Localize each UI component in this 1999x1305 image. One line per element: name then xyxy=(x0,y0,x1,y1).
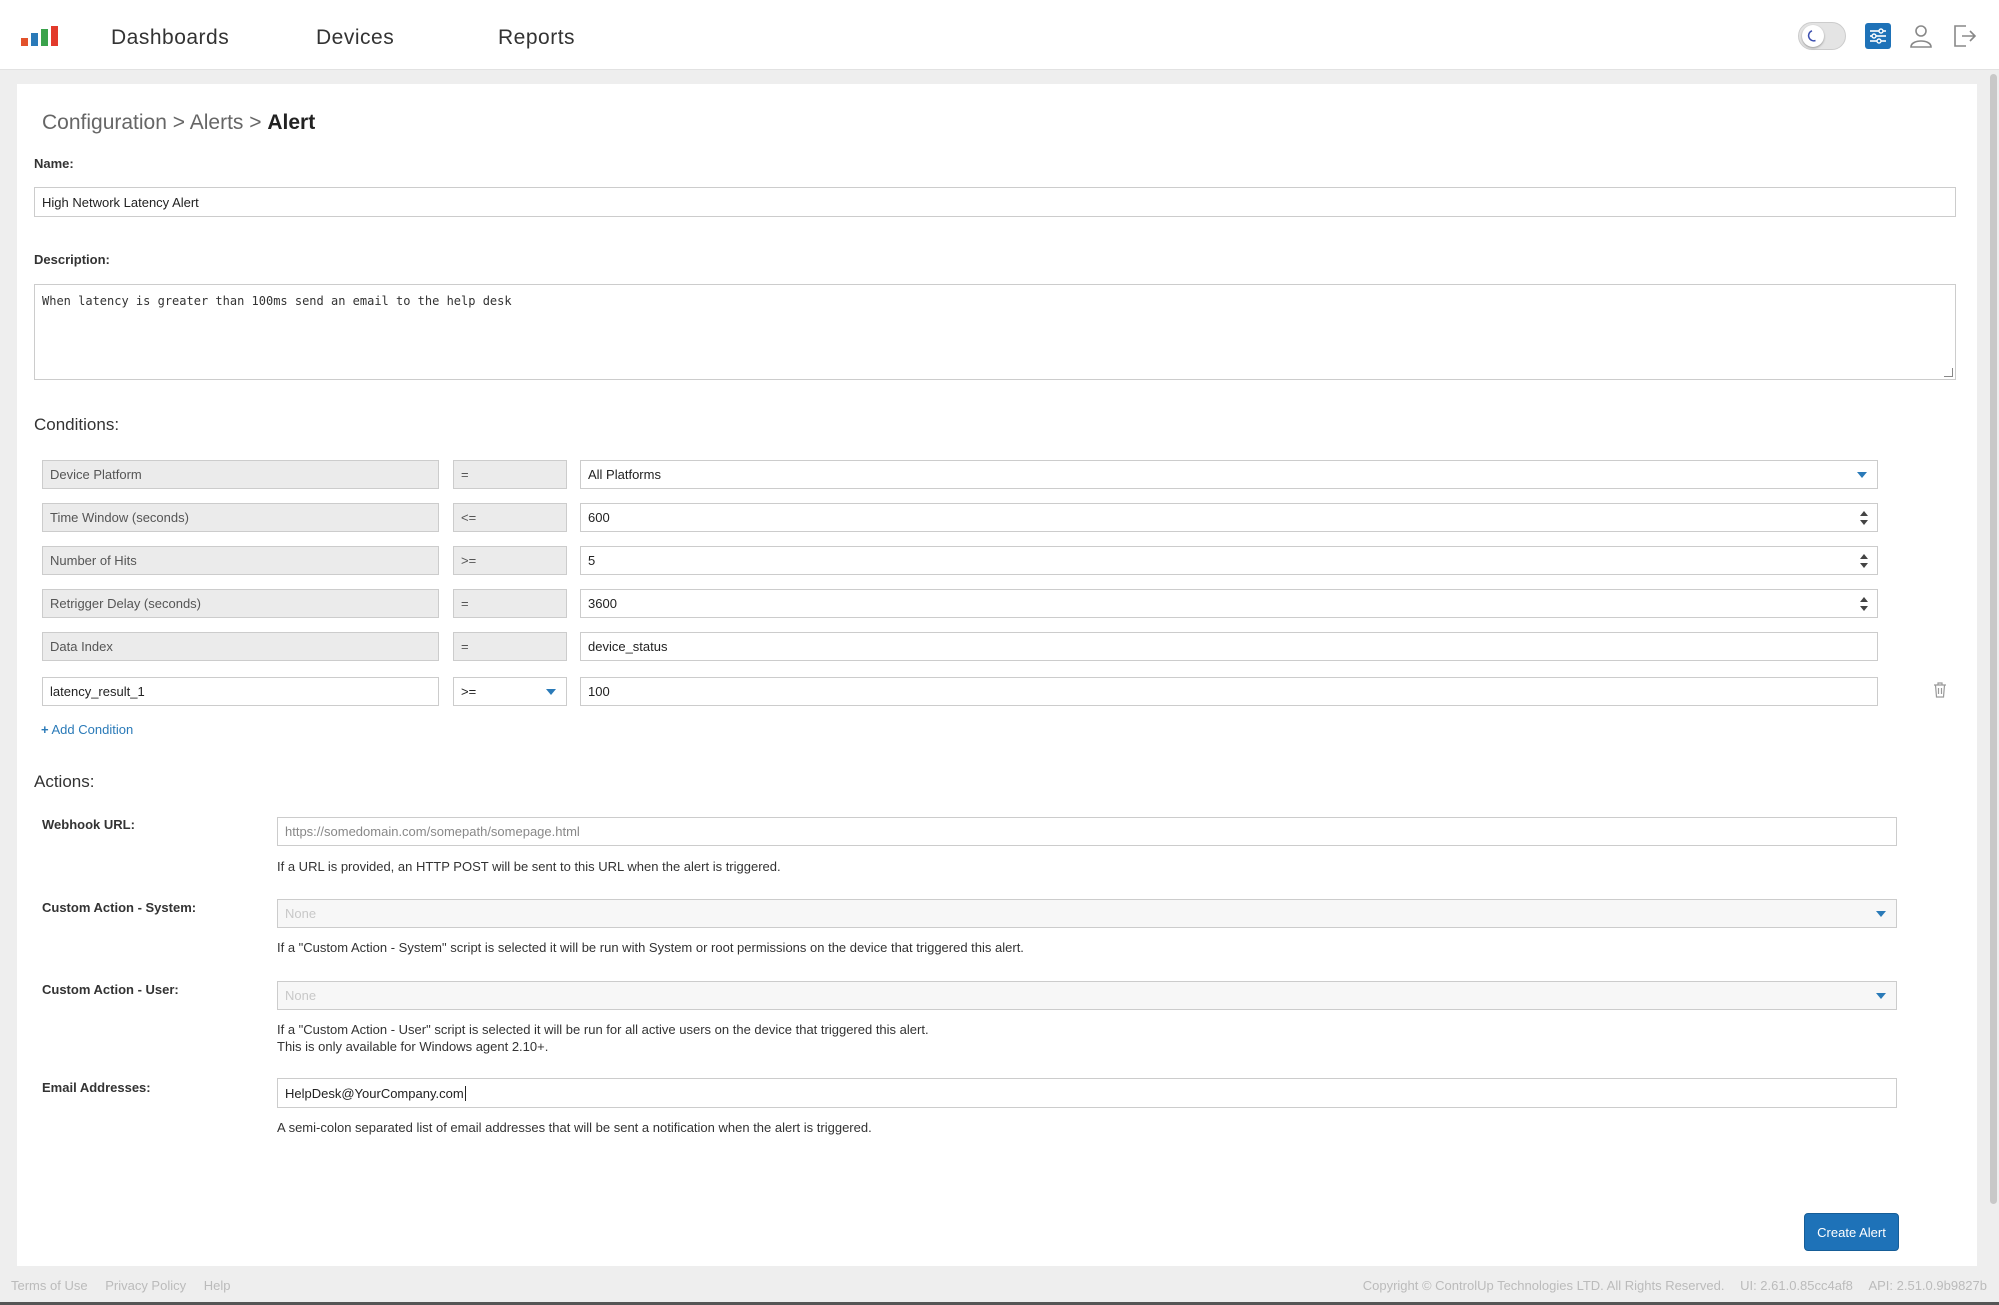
custom-action-system-select[interactable]: None xyxy=(277,899,1897,928)
text-cursor xyxy=(464,1085,466,1101)
custom-action-user-select[interactable]: None xyxy=(277,981,1897,1010)
condition-operator: = xyxy=(453,632,567,661)
logo-bar xyxy=(21,38,28,46)
custom-action-user-label: Custom Action - User: xyxy=(42,982,179,997)
custom-action-system-help: If a "Custom Action - System" script is … xyxy=(277,940,1024,955)
logout-icon[interactable] xyxy=(1950,22,1978,50)
nav-dashboards[interactable]: Dashboards xyxy=(111,26,229,50)
add-condition-label: Add Condition xyxy=(51,722,134,737)
description-label: Description: xyxy=(34,252,110,267)
footer-links: Terms of Use Privacy Policy Help xyxy=(11,1278,245,1293)
chevron-down-icon xyxy=(546,688,556,695)
breadcrumb-alerts[interactable]: Alerts xyxy=(190,111,244,134)
settings-sliders-icon[interactable] xyxy=(1864,22,1892,50)
copyright-text: Copyright © ControlUp Technologies LTD. … xyxy=(1362,1278,1725,1293)
resize-handle[interactable] xyxy=(1944,368,1953,377)
number-spinner-icon[interactable] xyxy=(1860,596,1868,611)
email-addresses-input[interactable]: HelpDesk@YourCompany.com xyxy=(277,1078,1897,1108)
privacy-policy-link[interactable]: Privacy Policy xyxy=(105,1278,186,1293)
footer-info: Copyright © ControlUp Technologies LTD. … xyxy=(1351,1278,1987,1293)
condition-operator: = xyxy=(453,460,567,489)
help-link[interactable]: Help xyxy=(204,1278,231,1293)
number-spinner-icon[interactable] xyxy=(1860,510,1868,525)
condition-value: 3600 xyxy=(588,596,617,611)
custom-action-system-label: Custom Action - System: xyxy=(42,900,197,915)
chevron-down-icon xyxy=(1876,910,1886,917)
webhook-help-text: If a URL is provided, an HTTP POST will … xyxy=(277,859,781,874)
time-window-input[interactable]: 600 xyxy=(580,503,1878,532)
ui-version: UI: 2.61.0.85cc4af8 xyxy=(1740,1278,1853,1293)
webhook-url-input[interactable]: https://somedomain.com/somepath/somepage… xyxy=(277,817,1897,846)
email-addresses-value: HelpDesk@YourCompany.com xyxy=(285,1085,464,1101)
condition-value: All Platforms xyxy=(588,467,661,482)
custom-action-user-help-line: This is only available for Windows agent… xyxy=(277,1039,549,1054)
condition-value: 5 xyxy=(588,553,596,568)
number-spinner-icon[interactable] xyxy=(1860,553,1868,568)
plus-icon: + xyxy=(41,722,49,737)
nav-devices[interactable]: Devices xyxy=(316,26,394,50)
app-logo[interactable] xyxy=(21,26,67,46)
email-addresses-label: Email Addresses: xyxy=(42,1080,151,1095)
trash-icon[interactable] xyxy=(1933,682,1947,698)
condition-operator-select[interactable]: >= xyxy=(453,677,567,706)
custom-action-user-value: None xyxy=(285,988,317,1003)
email-addresses-help: A semi-colon separated list of email add… xyxy=(277,1120,872,1135)
custom-action-user-help-line: If a "Custom Action - User" script is se… xyxy=(277,1022,929,1037)
condition-field: Time Window (seconds) xyxy=(42,503,439,532)
dark-mode-toggle[interactable] xyxy=(1798,22,1846,50)
data-index-input[interactable]: device_status xyxy=(580,632,1878,661)
chevron-down-icon xyxy=(1857,471,1867,478)
number-of-hits-input[interactable]: 5 xyxy=(580,546,1878,575)
terms-of-use-link[interactable]: Terms of Use xyxy=(11,1278,88,1293)
create-alert-button[interactable]: Create Alert xyxy=(1804,1213,1899,1251)
condition-value: 600 xyxy=(588,510,610,525)
custom-action-user-help: If a "Custom Action - User" script is se… xyxy=(277,1021,929,1055)
actions-heading: Actions: xyxy=(34,772,95,791)
condition-field-input[interactable]: latency_result_1 xyxy=(42,677,439,706)
user-icon[interactable] xyxy=(1907,22,1935,50)
breadcrumb-current: Alert xyxy=(267,111,316,134)
breadcrumb-configuration[interactable]: Configuration xyxy=(42,111,167,134)
description-text: When latency is greater than 100ms send … xyxy=(42,294,512,308)
condition-field: Number of Hits xyxy=(42,546,439,575)
condition-field: Data Index xyxy=(42,632,439,661)
nav-reports[interactable]: Reports xyxy=(498,26,575,50)
name-input[interactable]: High Network Latency Alert xyxy=(34,187,1956,217)
api-version: API: 2.51.0.9b9827b xyxy=(1868,1278,1987,1293)
condition-field: Device Platform xyxy=(42,460,439,489)
add-condition-link[interactable]: + Add Condition xyxy=(41,722,133,737)
retrigger-delay-input[interactable]: 3600 xyxy=(580,589,1878,618)
condition-field: Retrigger Delay (seconds) xyxy=(42,589,439,618)
conditions-heading: Conditions: xyxy=(34,415,120,434)
webhook-label: Webhook URL: xyxy=(42,817,135,832)
logo-bar xyxy=(41,29,48,46)
logo-bar xyxy=(31,33,38,46)
top-navbar: Dashboards Devices Reports xyxy=(0,0,1999,70)
page-scrollbar[interactable] xyxy=(1990,74,1997,1204)
moon-icon xyxy=(1802,25,1824,47)
breadcrumb-separator: > xyxy=(249,111,262,134)
condition-operator: <= xyxy=(453,503,567,532)
condition-value-input[interactable]: 100 xyxy=(580,677,1878,706)
name-label: Name: xyxy=(34,156,74,171)
custom-action-system-value: None xyxy=(285,906,317,921)
condition-operator: >= xyxy=(453,546,567,575)
device-platform-select[interactable]: All Platforms xyxy=(580,460,1878,489)
breadcrumb: Configuration > Alerts > Alert xyxy=(42,111,315,135)
logo-bar xyxy=(51,26,58,46)
chevron-down-icon xyxy=(1876,992,1886,999)
description-textarea[interactable]: When latency is greater than 100ms send … xyxy=(34,284,1956,380)
condition-operator: >= xyxy=(461,684,477,699)
breadcrumb-separator: > xyxy=(172,111,186,134)
condition-operator: = xyxy=(453,589,567,618)
